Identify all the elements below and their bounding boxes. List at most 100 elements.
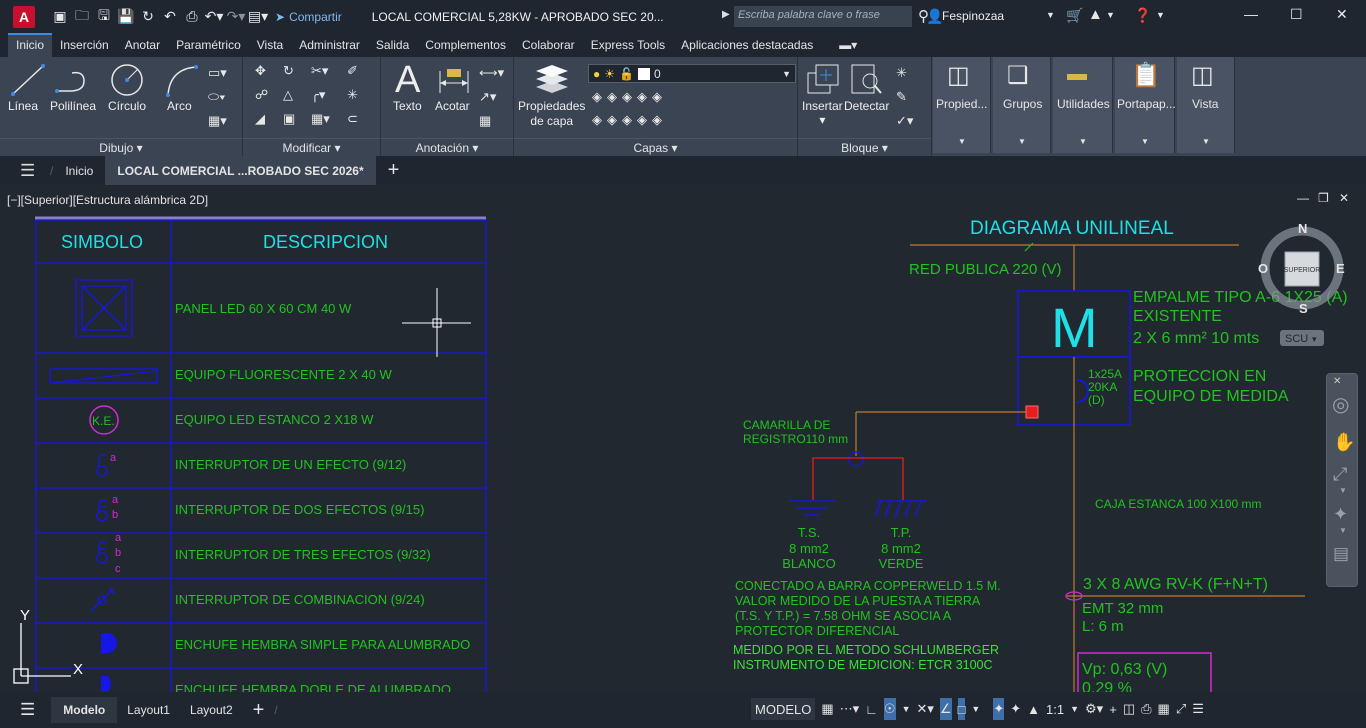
hatch-icon[interactable]: ▦▾	[208, 113, 227, 129]
polar-tracking-icon[interactable]: ☉	[883, 698, 896, 720]
panel-anotacion-title[interactable]: Anotación ▾	[381, 138, 513, 156]
viewcube-west[interactable]: O	[1258, 261, 1268, 276]
dimension-button[interactable]: Acotar	[435, 99, 470, 113]
pan-hand-icon[interactable]: ✋	[1333, 432, 1355, 453]
move-icon[interactable]: ✥	[255, 63, 266, 79]
grid-icon[interactable]: ▦	[821, 698, 833, 720]
app-dropdown-icon[interactable]: ▼	[1106, 10, 1115, 20]
print-icon[interactable]: ⎙	[181, 6, 203, 28]
tile-portapapeles[interactable]: 📋 Portapap... ▼	[1115, 57, 1176, 153]
clean-screen-icon[interactable]: ▦	[1158, 698, 1170, 720]
orbit-icon[interactable]: ✦	[1333, 504, 1348, 525]
plot-icon[interactable]: ▤▾	[247, 6, 269, 28]
leader-icon[interactable]: ↗▾	[479, 89, 496, 105]
new-tab-icon[interactable]: +	[376, 156, 412, 185]
title-expand-icon[interactable]: ▶	[722, 9, 730, 20]
tab-colaborar[interactable]: Colaborar	[514, 33, 583, 57]
close-icon[interactable]: ✕	[1336, 6, 1348, 23]
tab-layout1[interactable]: Layout1	[117, 703, 180, 717]
isolate-objects-icon[interactable]: ◫	[1123, 698, 1135, 720]
array-icon[interactable]: ▦▾	[311, 111, 330, 127]
tile-utilidades[interactable]: ▬ Utilidades ▼	[1053, 57, 1113, 153]
detect-button[interactable]: Detectar	[844, 99, 889, 113]
explode-icon[interactable]: ✳	[347, 87, 358, 103]
create-block-icon[interactable]: ✳	[896, 65, 907, 81]
tab-parametrico[interactable]: Paramétrico	[168, 33, 249, 57]
mirror-icon[interactable]: △	[283, 87, 293, 103]
web-open-icon[interactable]: ↻	[137, 6, 159, 28]
tile-grupos[interactable]: ❑ Grupos ▼	[993, 57, 1051, 153]
tab-model[interactable]: Modelo	[51, 697, 118, 723]
web-save-icon[interactable]: ↶	[159, 6, 181, 28]
line-button[interactable]: Línea	[8, 99, 38, 113]
cart-icon[interactable]: 🛒	[1066, 7, 1083, 24]
polar-dropdown-icon[interactable]: ▼	[902, 698, 911, 720]
text-button[interactable]: Texto	[393, 99, 422, 113]
auto-scale-icon[interactable]: ✦	[1010, 698, 1021, 720]
open-folder-icon[interactable]: 🗀	[71, 6, 93, 28]
zoom-dropdown-icon[interactable]: ▼	[1339, 486, 1347, 495]
minimize-icon[interactable]: —	[1244, 6, 1258, 22]
scale-icon[interactable]: ▣	[283, 111, 295, 127]
erase-icon[interactable]: ✐	[347, 63, 358, 79]
tab-administrar[interactable]: Administrar	[291, 33, 368, 57]
orbit-dropdown-icon[interactable]: ▼	[1339, 526, 1347, 535]
tab-layout2[interactable]: Layout2	[180, 703, 243, 717]
customization-icon[interactable]: ☰	[1192, 698, 1204, 720]
object-snap-dropdown-icon[interactable]: ▼	[971, 698, 980, 720]
polyline-button[interactable]: Polilínea	[50, 99, 96, 113]
scale-value[interactable]: 1:1	[1046, 698, 1064, 720]
tab-express-tools[interactable]: Express Tools	[583, 33, 673, 57]
steering-wheel-icon[interactable]: ◎	[1332, 392, 1349, 417]
panel-capas-title[interactable]: Capas ▾	[514, 138, 797, 156]
navbar-close-icon[interactable]: ✕	[1333, 376, 1341, 387]
help-icon[interactable]: ❓	[1134, 7, 1151, 24]
viewcube-north[interactable]: N	[1298, 221, 1307, 236]
hardware-acceleration-icon[interactable]: ⎙	[1141, 698, 1151, 720]
user-dropdown-icon[interactable]: ▼	[1046, 10, 1055, 20]
add-layout-icon[interactable]: +	[243, 699, 275, 722]
tab-inicio[interactable]: Inicio	[8, 33, 53, 57]
layer-properties-button[interactable]: Propiedades de capa	[518, 99, 585, 129]
layer-tools-row-1-icon[interactable]: ◈◈◈◈◈	[592, 89, 667, 105]
circle-button[interactable]: Círculo	[108, 99, 146, 113]
undo-icon[interactable]: ↶▾	[203, 6, 225, 28]
edit-block-icon[interactable]: ✎	[896, 89, 907, 105]
panel-modificar-title[interactable]: Modificar ▾	[243, 138, 380, 156]
showmotion-icon[interactable]: ▤	[1333, 544, 1349, 564]
user-icon[interactable]: 👤	[926, 8, 943, 25]
tab-vista[interactable]: Vista	[249, 33, 291, 57]
object-snap-tracking-icon[interactable]: ∠	[939, 698, 952, 720]
maximize-icon[interactable]: ☐	[1290, 6, 1303, 23]
fillet-icon[interactable]: ╭▾	[311, 87, 325, 103]
viewcube-east[interactable]: E	[1336, 261, 1345, 276]
user-name[interactable]: Fespinozaa	[942, 9, 1004, 23]
object-snap-icon[interactable]: □	[957, 698, 966, 720]
annotation-scale-icon[interactable]: ▲	[1027, 698, 1040, 720]
autodesk-app-icon[interactable]: ▲	[1088, 6, 1103, 23]
menu-icon[interactable]: ☰	[20, 161, 36, 181]
insert-button[interactable]: Insertar ▾	[802, 99, 843, 127]
layer-tools-row-2-icon[interactable]: ◈◈◈◈◈	[592, 112, 667, 128]
rotate-icon[interactable]: ↻	[283, 63, 294, 79]
tab-salida[interactable]: Salida	[368, 33, 417, 57]
fullscreen-icon[interactable]: ⤢	[1176, 698, 1186, 720]
copy-icon[interactable]: ☍	[255, 87, 268, 103]
stretch-icon[interactable]: ◢	[255, 111, 265, 127]
tab-complementos[interactable]: Complementos	[417, 33, 514, 57]
isodraft-icon[interactable]: ✕▾	[916, 698, 933, 720]
panel-dibujo-title[interactable]: Dibujo ▾	[0, 138, 242, 156]
snap-icon[interactable]: ⋯▾	[840, 698, 860, 720]
tab-insercion[interactable]: Inserción	[52, 33, 117, 57]
ribbon-options-icon[interactable]: ▬▾	[831, 33, 865, 57]
app-logo[interactable]: A	[13, 5, 35, 28]
scale-dropdown-icon[interactable]: ▼	[1070, 698, 1079, 720]
share-button[interactable]: ➤ Compartir	[275, 10, 342, 24]
layer-dropdown[interactable]: ● ☀ 🔓 0 ▼	[588, 64, 796, 83]
scu-dropdown-icon[interactable]: ▾	[1312, 334, 1317, 344]
layouts-menu-icon[interactable]: ☰	[20, 700, 35, 720]
tab-active-drawing[interactable]: LOCAL COMERCIAL ...ROBADO SEC 2026*	[105, 156, 376, 185]
zoom-extents-icon[interactable]: ⤢	[1333, 464, 1347, 485]
offset-icon[interactable]: ⊂	[347, 111, 358, 127]
help-dropdown-icon[interactable]: ▼	[1156, 10, 1165, 20]
